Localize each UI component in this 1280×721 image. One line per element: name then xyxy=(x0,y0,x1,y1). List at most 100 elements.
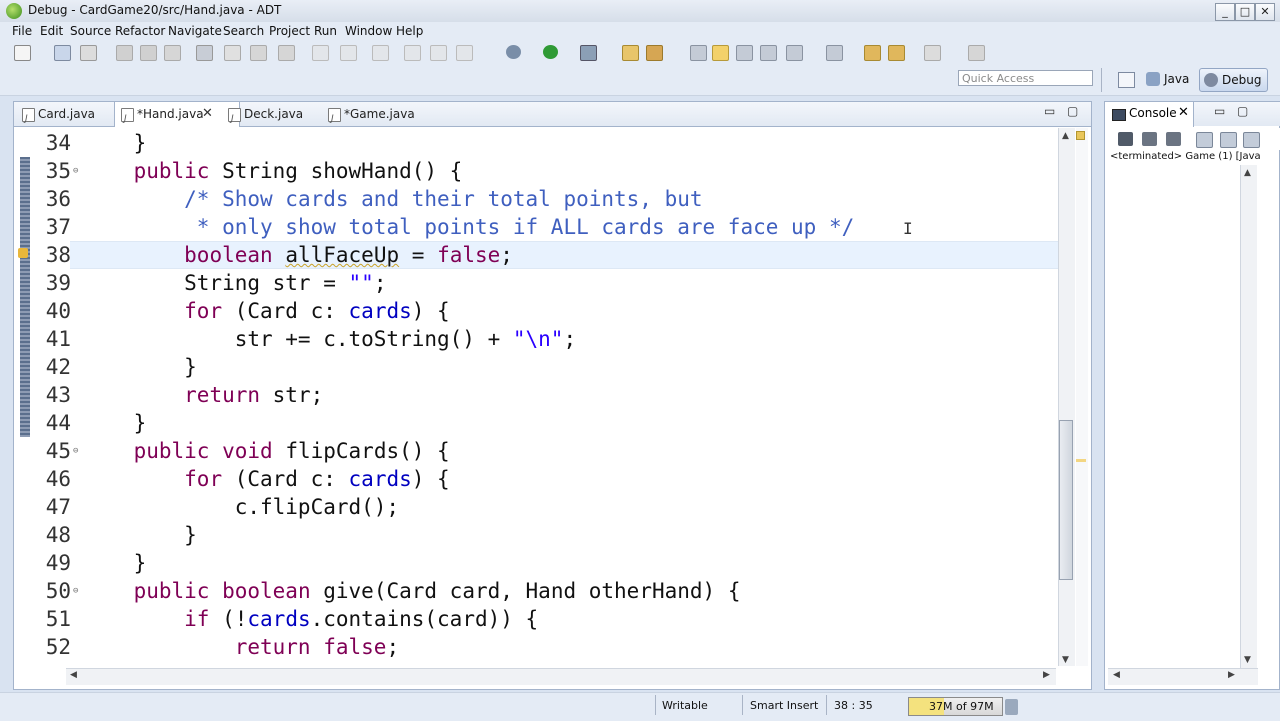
garbage-collect-icon[interactable] xyxy=(1005,699,1018,715)
menu-window[interactable]: Window xyxy=(345,24,392,38)
open-perspective-icon[interactable] xyxy=(1118,72,1135,88)
code-line[interactable]: 40 for (Card c: cards) { xyxy=(14,297,1058,325)
code-line[interactable]: 43 return str; xyxy=(14,381,1058,409)
skip-breakpoints-icon[interactable] xyxy=(224,45,241,61)
code-line[interactable]: 44 } xyxy=(14,409,1058,437)
run-icon[interactable] xyxy=(543,45,558,59)
code-line[interactable]: 46 for (Card c: cards) { xyxy=(14,465,1058,493)
highlight-icon[interactable] xyxy=(712,45,729,61)
code-line[interactable]: 35 ⊖ public String showHand() { xyxy=(14,157,1058,185)
fold-toggle-icon[interactable]: ⊖ xyxy=(73,577,78,605)
code-line[interactable]: 39 String str = ""; xyxy=(14,269,1058,297)
remove-launch-icon[interactable] xyxy=(1142,132,1157,146)
open-package-icon[interactable] xyxy=(622,45,639,61)
scroll-up-icon[interactable]: ▲ xyxy=(1062,131,1069,141)
scroll-right-icon[interactable]: ▶ xyxy=(1043,670,1050,680)
tab-console[interactable]: Console ✕ xyxy=(1105,102,1194,127)
perspective-java[interactable]: Java xyxy=(1142,68,1195,90)
tab-game-java[interactable]: *Game.java xyxy=(322,102,444,131)
console-vertical-scrollbar[interactable] xyxy=(1240,165,1257,670)
annotation-icon[interactable] xyxy=(646,45,663,61)
tab-deck-java[interactable]: Deck.java xyxy=(222,102,336,131)
code-line[interactable]: 48 } xyxy=(14,521,1058,549)
scroll-lock-icon[interactable] xyxy=(1220,132,1237,148)
prev-annotation-icon[interactable] xyxy=(826,45,843,61)
editor-vertical-scrollbar[interactable] xyxy=(1058,128,1075,666)
quick-access-input[interactable]: Quick Access xyxy=(958,70,1093,86)
code-line[interactable]: 38 boolean allFaceUp = false; xyxy=(14,241,1058,269)
search-icon[interactable] xyxy=(278,45,295,61)
new-icon[interactable] xyxy=(14,45,31,61)
clear-console-icon[interactable] xyxy=(1196,132,1213,148)
code-line[interactable]: 36 /* Show cards and their total points,… xyxy=(14,185,1058,213)
scroll-down-icon[interactable]: ▼ xyxy=(1062,655,1069,665)
fold-toggle-icon[interactable]: ⊖ xyxy=(73,437,78,465)
close-window-icon[interactable]: ✕ xyxy=(1255,3,1275,21)
menu-refactor[interactable]: Refactor xyxy=(115,24,165,38)
close-tab-icon[interactable]: ✕ xyxy=(202,102,213,126)
overview-mark[interactable] xyxy=(1076,459,1086,462)
show-whitespace-icon[interactable] xyxy=(760,45,777,61)
debug-icon[interactable] xyxy=(506,45,521,59)
overview-warning-icon[interactable] xyxy=(1076,131,1085,140)
console-minimize-icon[interactable]: ▭ xyxy=(1214,104,1225,118)
terminate-icon[interactable] xyxy=(372,45,389,61)
menu-navigate[interactable]: Navigate xyxy=(168,24,222,38)
perspective-debug[interactable]: Debug xyxy=(1199,68,1269,92)
code-line[interactable]: 50 ⊖ public boolean give(Card card, Hand … xyxy=(14,577,1058,605)
warning-icon[interactable] xyxy=(18,248,28,258)
step-into-icon[interactable] xyxy=(430,45,447,61)
menu-project[interactable]: Project xyxy=(269,24,310,38)
console-scroll-up-icon[interactable]: ▲ xyxy=(1244,168,1251,178)
scroll-left-icon[interactable]: ◀ xyxy=(70,670,77,680)
suspend-icon[interactable] xyxy=(340,45,357,61)
back-nav-icon[interactable] xyxy=(888,45,905,61)
close-console-icon[interactable]: ✕ xyxy=(1178,105,1189,120)
menu-file[interactable]: File xyxy=(12,24,32,38)
print-icon[interactable] xyxy=(140,45,157,61)
code-line[interactable]: 37 * only show total points if ALL cards… xyxy=(14,213,1058,241)
console-horizontal-scrollbar[interactable] xyxy=(1108,668,1258,685)
console-scroll-left-icon[interactable]: ◀ xyxy=(1113,670,1120,680)
save-icon[interactable] xyxy=(80,45,97,61)
code-line[interactable]: 41 str += c.toString() + "\n"; xyxy=(14,325,1058,353)
pin-editor-icon[interactable] xyxy=(968,45,985,61)
menu-help[interactable]: Help xyxy=(396,24,423,38)
code-line[interactable]: 34 } xyxy=(14,129,1058,157)
minimize-icon[interactable]: _ xyxy=(1215,3,1235,21)
open-icon[interactable] xyxy=(54,45,71,61)
editor-scroll-thumb[interactable] xyxy=(1059,420,1073,580)
tab-card-java[interactable]: Card.java xyxy=(16,102,116,131)
remove-all-icon[interactable] xyxy=(1166,132,1181,146)
save-all-icon[interactable] xyxy=(116,45,133,61)
editor-horizontal-scrollbar[interactable] xyxy=(66,668,1056,685)
menu-search[interactable]: Search xyxy=(223,24,264,38)
step-over-icon[interactable] xyxy=(456,45,473,61)
back-icon[interactable] xyxy=(864,45,881,61)
code-line[interactable]: 49 } xyxy=(14,549,1058,577)
external-tools-icon[interactable] xyxy=(580,45,597,61)
next-annotation-icon[interactable] xyxy=(786,45,803,61)
build-icon[interactable] xyxy=(196,45,213,61)
maximize-icon[interactable]: □ xyxy=(1235,3,1255,21)
console-scroll-down-icon[interactable]: ▼ xyxy=(1244,655,1251,665)
toggle-mark-icon[interactable] xyxy=(690,45,707,61)
menu-edit[interactable]: Edit xyxy=(40,24,63,38)
code-line[interactable]: 51 if (!cards.contains(card)) { xyxy=(14,605,1058,633)
terminate-console-icon[interactable] xyxy=(1118,132,1133,146)
display-console-icon[interactable] xyxy=(1243,132,1260,148)
fold-toggle-icon[interactable]: ⊖ xyxy=(73,157,78,185)
resume-icon[interactable] xyxy=(312,45,329,61)
editor-minimize-icon[interactable]: ▭ xyxy=(1044,104,1055,118)
menu-source[interactable]: Source xyxy=(70,24,111,38)
editor-maximize-icon[interactable]: ▢ xyxy=(1067,104,1078,118)
code-line[interactable]: 52 return false; xyxy=(14,633,1058,661)
code-line[interactable]: 47 c.flipCard(); xyxy=(14,493,1058,521)
code-line[interactable]: 45 ⊖ public void flipCards() { xyxy=(14,437,1058,465)
open-type-icon[interactable] xyxy=(250,45,267,61)
block-select-icon[interactable] xyxy=(736,45,753,61)
code-line[interactable]: 42 } xyxy=(14,353,1058,381)
disconnect-icon[interactable] xyxy=(404,45,421,61)
properties-icon[interactable] xyxy=(164,45,181,61)
console-scroll-right-icon[interactable]: ▶ xyxy=(1228,670,1235,680)
